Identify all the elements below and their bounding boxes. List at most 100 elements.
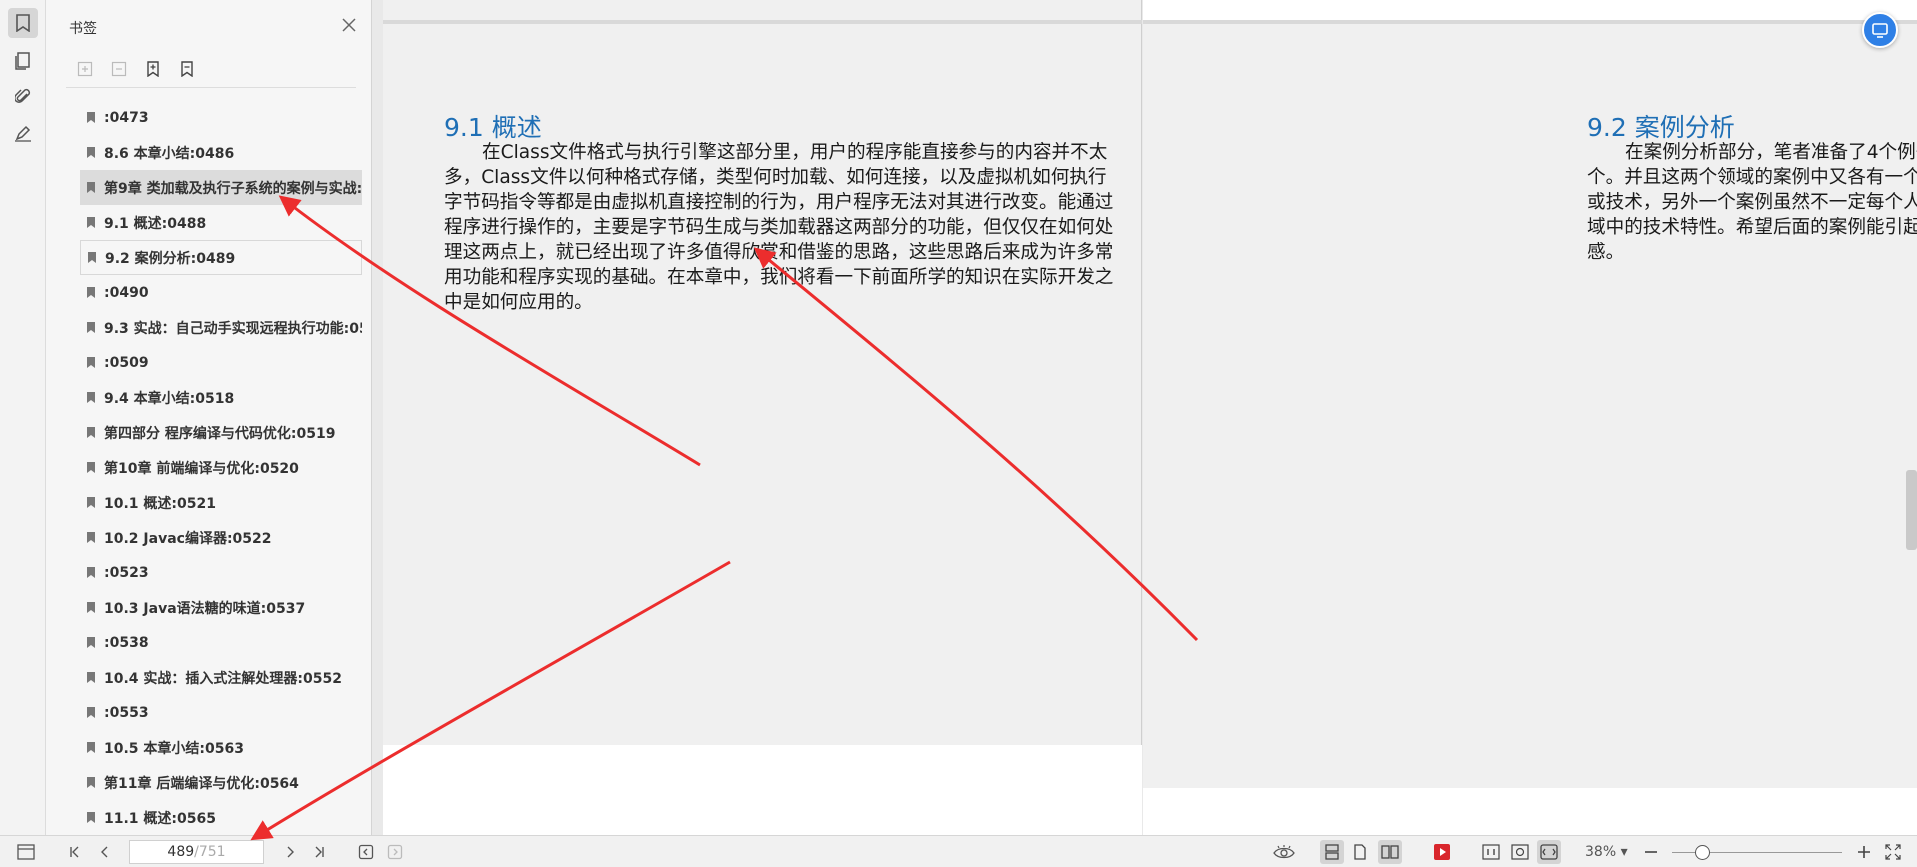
bookmark-item[interactable]: 8.6 本章小结:0486 [80,135,362,170]
bookmark-item-selected[interactable]: 第9章 类加载及执行子系统的案例与实战:0487 [80,170,362,205]
bookmark-label: 10.4 实战：插入式注解处理器:0552 [104,670,342,687]
bookmark-label: :0509 [104,354,149,371]
forward-view-icon[interactable] [384,841,406,863]
bookmark-item[interactable]: :0509 [80,345,362,380]
bookmark-label: 第9章 类加载及执行子系统的案例与实战:0487 [104,180,362,197]
page-490: 9.2 案例分析 在案例分析部分，笔者准备了4个例子，关于类加载器和字节码的案例… [1143,0,1917,835]
two-page-icon[interactable] [1378,840,1402,864]
bookmark-icon [87,182,95,193]
page-gap [383,20,1142,24]
bookmark-icon [87,707,95,718]
zoom-value: 38% [1585,844,1617,860]
bookmark-icon [87,112,95,123]
bookmark-label: 10.1 概述:0521 [104,495,216,512]
bookmark-icon [87,742,95,753]
continuous-view-icon[interactable] [1320,840,1344,864]
bookmark-label: 9.4 本章小结:0518 [104,390,235,407]
bookmark-icon [87,812,95,823]
bookmark-icon [87,217,95,228]
reading-mode-button[interactable] [1862,12,1898,48]
page-number-input[interactable]: 489/751 [129,840,264,864]
collapse-all-icon[interactable] [108,58,130,80]
sidebar-toggle-icon[interactable] [14,841,38,863]
next-page-icon[interactable] [280,841,300,863]
page-bottom-margin [1143,788,1917,835]
last-page-icon[interactable] [308,841,328,863]
bookmark-icon [87,497,95,508]
bookmark-item[interactable]: 10.4 实战：插入式注解处理器:0552 [80,660,362,695]
section-heading: 9.2 案例分析 [1587,113,1735,142]
section-body: 在案例分析部分，笔者准备了4个例子，关于类加载器和字节码的案例各有两个。并且这两… [1587,142,1917,263]
bookmark-label: 9.3 实战：自己动手实现远程执行功能:0508 [104,320,362,337]
bookmark-label: 第四部分 程序编译与代码优化:0519 [104,425,336,442]
slideshow-icon[interactable] [1430,840,1454,864]
page-gap [1143,20,1917,24]
bookmark-label: :0473 [104,109,149,126]
actual-size-icon[interactable] [1479,840,1503,864]
bookmark-label: 第11章 后端编译与优化:0564 [104,775,299,792]
zoom-out-icon[interactable] [1640,841,1662,863]
zoom-slider-thumb[interactable] [1695,845,1710,860]
close-icon[interactable] [340,16,358,34]
bookmark-item[interactable]: 9.1 概述:0488 [80,205,362,240]
bookmark-item[interactable]: 9.3 实战：自己动手实现远程执行功能:0508 [80,310,362,345]
bookmark-panel-icon[interactable] [8,8,38,38]
back-view-icon[interactable] [355,841,377,863]
bookmark-item[interactable]: 10.2 Javac编译器:0522 [80,520,362,555]
bookmark-icon [87,147,95,158]
previous-page-icon[interactable] [95,841,115,863]
bookmark-item[interactable]: 10.1 概述:0521 [80,485,362,520]
bookmark-icon [87,462,95,473]
fit-page-icon[interactable] [1508,840,1532,864]
bookmark-icon [87,777,95,788]
fullscreen-icon[interactable] [1882,841,1904,863]
bookmark-label: 8.6 本章小结:0486 [104,145,235,162]
bookmark-item[interactable]: 第10章 前端编译与优化:0520 [80,450,362,485]
attachment-icon[interactable] [8,82,38,112]
fit-width-icon[interactable] [1537,840,1561,864]
bookmark-label: 10.5 本章小结:0563 [104,740,244,757]
page-top-margin [1143,0,1917,20]
bookmark-icon [87,532,95,543]
bookmark-item[interactable]: :0523 [80,555,362,590]
bookmark-icon [88,252,96,263]
section-heading: 9.1 概述 [444,113,542,142]
add-bookmark-icon[interactable] [142,58,164,80]
bookmark-item[interactable]: 10.3 Java语法糖的味道:0537 [80,590,362,625]
bookmark-icon [87,672,95,683]
bookmark-icon [87,322,95,333]
eye-protection-icon[interactable] [1271,841,1297,863]
bookmark-item[interactable]: :0553 [80,695,362,730]
zoom-in-icon[interactable] [1853,841,1875,863]
bookmark-toolbar [74,58,374,82]
bookmark-label: :0553 [104,704,149,721]
bookmark-label: :0538 [104,634,149,651]
current-page: 489 [167,844,195,860]
bookmark-item[interactable]: 10.5 本章小结:0563 [80,730,362,765]
signature-icon[interactable] [8,118,38,148]
bookmark-item[interactable]: 9.4 本章小结:0518 [80,380,362,415]
right-scroll-handle[interactable] [1906,470,1917,550]
bookmark-item[interactable]: :0473 [80,100,362,135]
bookmark-label: 11.1 概述:0565 [104,810,216,827]
single-page-icon[interactable] [1348,840,1372,864]
zoom-level[interactable]: 38% ▾ [1585,844,1628,860]
delete-bookmark-icon[interactable] [176,58,198,80]
first-page-icon[interactable] [66,841,86,863]
bookmark-label: 10.3 Java语法糖的味道:0537 [104,600,306,617]
expand-all-icon[interactable] [74,58,96,80]
bookmark-icon [87,567,95,578]
bookmark-item[interactable]: :0490 [80,275,362,310]
section-body: 在Class文件格式与执行引擎这部分里，用户的程序能直接参与的内容并不太多，Cl… [444,142,1114,313]
bookmark-item[interactable]: 11.1 概述:0565 [80,800,362,835]
bookmark-item[interactable]: :0538 [80,625,362,660]
status-bar: 489/751 38% ▾ [0,835,1917,867]
screen-icon [1872,23,1888,38]
thumbnail-panel-icon[interactable] [8,46,38,76]
bookmark-item[interactable]: 第11章 后端编译与优化:0564 [80,765,362,800]
pdf-reader-window: 书签 :0473 8.6 本章小结:0486 第9章 类加载及执行子系统的案例与… [0,0,1917,867]
bookmark-item-hover[interactable]: 9.2 案例分析:0489 [80,240,362,275]
document-view[interactable]: 9.1 概述 在Class文件格式与执行引擎这部分里，用户的程序能直接参与的内容… [383,0,1917,835]
bookmark-item[interactable]: 第四部分 程序编译与代码优化:0519 [80,415,362,450]
bookmark-icon [87,392,95,403]
